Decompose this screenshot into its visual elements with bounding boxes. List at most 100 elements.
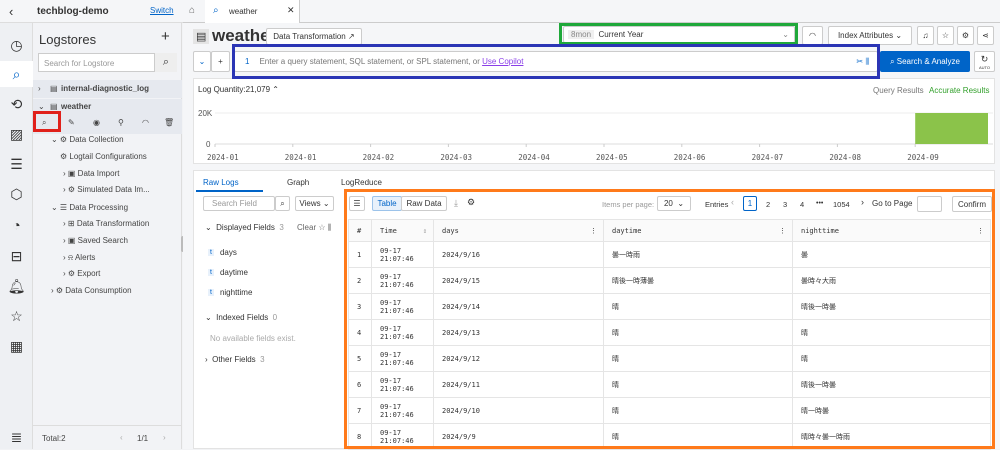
tree-alerts[interactable]: › ⍾ Alerts bbox=[63, 253, 95, 263]
tab-raw-logs[interactable]: Raw Logs bbox=[203, 178, 239, 187]
pie-chart-icon[interactable]: ◔ bbox=[0, 212, 33, 238]
chevron-down-icon[interactable]: ⌄ bbox=[193, 51, 211, 72]
use-copilot-link[interactable]: Use Copilot bbox=[482, 57, 523, 66]
download-icon[interactable]: ⤓ bbox=[454, 198, 458, 209]
tab-weather[interactable]: ⌕ weather ✕ bbox=[205, 0, 300, 23]
search-icon[interactable]: ⌕ bbox=[155, 53, 177, 72]
logstore-item-active[interactable]: ⌄ ▤ weather ⌕ ✎ ◉ ⚲ ◠ 🗑︎ bbox=[33, 99, 182, 134]
table-row[interactable]: 7 09-17 21:07:46 2024/9/10 晴晴一時曇 bbox=[348, 397, 991, 424]
next-page-icon[interactable]: › bbox=[861, 197, 864, 207]
toggle-fields-icon[interactable]: ☰ bbox=[349, 196, 365, 211]
cube-icon[interactable]: ⬡ bbox=[0, 181, 33, 207]
field-item[interactable]: t nighttime bbox=[202, 284, 334, 301]
table-row[interactable]: 2 09-17 21:07:46 2024/9/15 晴後一時薄曇 曇時々大雨 bbox=[348, 267, 991, 294]
gear-icon[interactable]: ⚙ bbox=[467, 197, 475, 208]
column-header-nighttime[interactable]: nighttime ⋮ bbox=[792, 219, 991, 242]
back-icon[interactable]: ‹ bbox=[9, 4, 13, 19]
field-item[interactable]: t daytime bbox=[202, 264, 334, 281]
report-icon[interactable]: ☰ bbox=[0, 151, 33, 177]
tab-graph[interactable]: Graph bbox=[287, 178, 309, 187]
eye-icon[interactable]: ◉ bbox=[93, 118, 100, 127]
expand-menu-icon[interactable]: ≣ bbox=[0, 424, 33, 450]
grid-icon[interactable]: ▦ bbox=[0, 333, 33, 359]
table-row[interactable]: 3 09-17 21:07:46 2024/9/14 晴晴後一時曇 bbox=[348, 293, 991, 320]
dashboard-icon[interactable]: ▨ bbox=[0, 121, 33, 147]
bell-icon[interactable]: 🔔︎ bbox=[0, 273, 33, 299]
search-icon[interactable]: ⌕ bbox=[42, 118, 46, 128]
tree-simulated-import[interactable]: › ⚙ Simulated Data Im... bbox=[63, 185, 150, 194]
table-row[interactable]: 5 09-17 21:07:46 2024/9/12 晴晴 bbox=[348, 345, 991, 372]
search-analyze-button[interactable]: ⌕ Search & Analyze bbox=[880, 51, 970, 72]
add-logstore-icon[interactable]: + bbox=[161, 28, 170, 45]
gauge-icon[interactable]: ◠ bbox=[142, 118, 149, 127]
add-query-button[interactable]: + bbox=[211, 51, 230, 72]
switch-link[interactable]: Switch bbox=[150, 6, 174, 15]
star-icon[interactable]: ☆ bbox=[0, 303, 33, 329]
search-field-input[interactable]: Search Field bbox=[203, 196, 275, 211]
displayed-fields-header[interactable]: ⌄ Displayed Fields 3 bbox=[205, 223, 284, 232]
confirm-button[interactable]: Confirm bbox=[952, 196, 992, 212]
indexed-fields-header[interactable]: ⌄ Indexed Fields 0 bbox=[205, 313, 277, 322]
gear-icon[interactable]: ⚙ bbox=[957, 26, 974, 45]
column-header-daytime[interactable]: daytime ⋮ bbox=[603, 219, 793, 242]
clock-icon[interactable]: ◷ bbox=[0, 32, 33, 58]
tree-export[interactable]: › ⚙ Export bbox=[63, 269, 100, 278]
auto-refresh-button[interactable]: ↻ AUTO bbox=[974, 51, 995, 72]
page-1[interactable]: 1 bbox=[743, 196, 757, 211]
table-cell: 2 bbox=[348, 267, 372, 294]
logstore-search-input[interactable]: Search for Logstore bbox=[38, 53, 155, 72]
monitor-search-icon[interactable]: ⟲ bbox=[0, 91, 33, 117]
tree-data-import[interactable]: › ▣ Data Import bbox=[63, 169, 119, 178]
share-icon[interactable]: ⋖ bbox=[977, 26, 994, 45]
table-view-button[interactable]: Table bbox=[372, 196, 402, 211]
tree-data-processing[interactable]: ⌄ ☰ Data Processing bbox=[51, 203, 128, 212]
home-icon[interactable]: ⌂ bbox=[189, 5, 195, 16]
tree-logtail[interactable]: ⚙ Logtail Configurations bbox=[60, 152, 147, 161]
table-cell: 晴後一時薄曇 bbox=[603, 267, 793, 294]
page-3[interactable]: 3 bbox=[783, 200, 787, 209]
more-pages[interactable]: ••• bbox=[816, 200, 823, 207]
close-icon[interactable]: ✕ bbox=[287, 5, 295, 16]
clear-button[interactable]: Clear ☆ ⫼ bbox=[297, 223, 331, 233]
logstore-item[interactable]: › ▤ internal-diagnostic_log bbox=[33, 80, 182, 98]
pin-icon[interactable]: ⚲ bbox=[118, 118, 124, 127]
table-row[interactable]: 4 09-17 21:07:46 2024/9/13 晴晴 bbox=[348, 319, 991, 346]
tab-logreduce[interactable]: LogReduce bbox=[341, 178, 382, 187]
query-input[interactable]: 1 Enter a query statement, SQL statement… bbox=[234, 51, 878, 72]
log-quantity[interactable]: Log Quantity:21,079 ⌃ bbox=[198, 85, 279, 94]
table-cell: 晴 bbox=[603, 345, 793, 372]
bell-icon[interactable]: ♫ bbox=[917, 26, 934, 45]
table-row[interactable]: 1 09-17 21:07:46 2024/9/16 曇一時雨曇 bbox=[348, 241, 991, 268]
tree-data-transformation[interactable]: › ⊞ Data Transformation bbox=[63, 219, 149, 228]
go-to-page-input[interactable] bbox=[917, 196, 942, 212]
prev-page-icon[interactable]: ‹ bbox=[731, 197, 734, 207]
column-header-days[interactable]: days ⋮ bbox=[433, 219, 604, 242]
page-4[interactable]: 4 bbox=[800, 200, 804, 209]
page-last[interactable]: 1054 bbox=[833, 200, 850, 209]
page-2[interactable]: 2 bbox=[766, 200, 770, 209]
tree-data-collection[interactable]: ⌄ ⚙ Data Collection bbox=[51, 135, 124, 144]
trash-icon[interactable]: 🗑︎ bbox=[164, 118, 174, 127]
gauge-icon[interactable]: ◠ bbox=[802, 26, 823, 45]
views-select[interactable]: Views ⌄ bbox=[295, 196, 334, 211]
data-transformation-button[interactable]: Data Transformation ↗ bbox=[266, 28, 362, 45]
query-tools-icon[interactable]: ✂ ⫼ bbox=[856, 57, 869, 67]
table-row[interactable]: 8 09-17 21:07:46 2024/9/9 晴晴時々曇一時雨 bbox=[348, 423, 991, 450]
table-row[interactable]: 6 09-17 21:07:46 2024/9/11 晴晴後一時曇 bbox=[348, 371, 991, 398]
star-icon[interactable]: ☆ bbox=[937, 26, 954, 45]
inbox-icon[interactable]: ⊟ bbox=[0, 243, 33, 269]
field-item[interactable]: t days bbox=[202, 244, 334, 261]
other-fields-header[interactable]: › Other Fields 3 bbox=[205, 355, 265, 364]
prev-page-icon[interactable]: ‹ bbox=[120, 433, 123, 442]
index-attributes-button[interactable]: Index Attributes ⌄ bbox=[828, 26, 912, 45]
tree-saved-search[interactable]: › ▣ Saved Search bbox=[63, 236, 128, 245]
search-logs-icon[interactable]: ⌕ bbox=[0, 61, 33, 87]
raw-data-button[interactable]: Raw Data bbox=[401, 196, 447, 211]
page-size-select[interactable]: 20 ⌄ bbox=[657, 196, 691, 211]
tree-data-consumption[interactable]: › ⚙ Data Consumption bbox=[51, 286, 132, 295]
column-header-time[interactable]: Time ⇕ bbox=[371, 219, 434, 242]
edit-icon[interactable]: ✎ bbox=[68, 118, 75, 127]
next-page-icon[interactable]: › bbox=[163, 433, 166, 442]
search-icon[interactable]: ⌕ bbox=[275, 196, 290, 211]
time-range-select[interactable]: 8mon Current Year ⌄ bbox=[563, 26, 795, 43]
